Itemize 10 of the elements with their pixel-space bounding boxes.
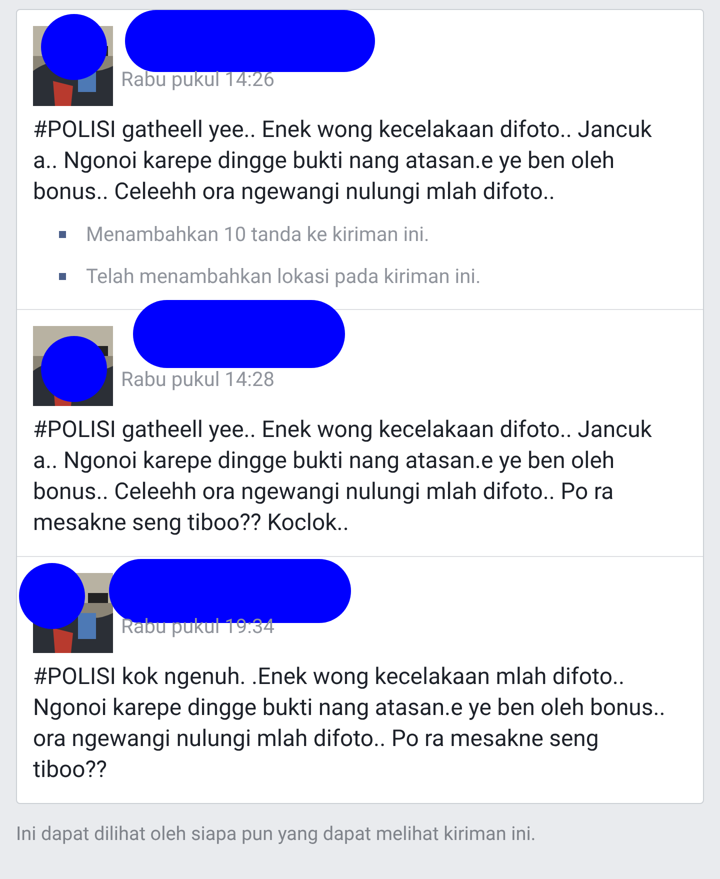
edit-time: Rabu pukul 14:28	[121, 366, 274, 393]
edit-time: Rabu pukul 14:26	[121, 66, 274, 93]
visibility-note: Ini dapat dilihat oleh siapa pun yang dapat melihat kiriman ini.	[16, 821, 537, 847]
post-text: #POLISI gatheell yee.. Enek wong kecelakaan difoto.. Jancuk a.. Ngonoi karepe dingge bukti nang atasan.e ye ben oleh bonus.. Celeehh ora ngewangi nulungi mlah difoto..	[33, 115, 653, 207]
bullet-icon	[59, 272, 66, 280]
post-text: #POLISI gatheell yee.. Enek wong kecelakaan difoto.. Jancuk a.. Ngonoi karepe dingge bukti nang atasan.e ye ben oleh bonus.. Celeehh ora ngewangi nulungi mlah difoto.. Po ra mesakne seng tiboo?? Koclok..	[33, 415, 653, 538]
edit-note: Menambahkan 10 tanda ke kiriman ini.	[86, 221, 430, 248]
post-text: #POLISI kok ngenuh. .Enek wong kecelakaan mlah difoto.. Ngonoi karepe dingge bukti nang atasan.e ye ben oleh bonus.. ora ngewangi nulungi mlah difoto.. Po ra mesakne seng tiboo??	[33, 662, 666, 785]
edit-note: Telah menambahkan lokasi pada kiriman ini.	[86, 263, 481, 290]
bullet-icon	[59, 230, 66, 238]
